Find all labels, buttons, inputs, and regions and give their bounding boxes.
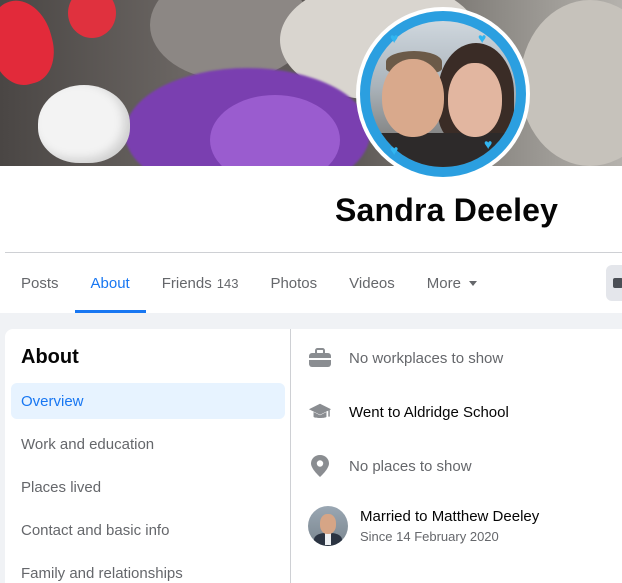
tab-label: Friends: [161, 274, 212, 292]
overview-work-text: No workplaces to show: [349, 349, 504, 367]
red-heart-decoration: [68, 0, 116, 38]
nav-label: Contact and basic info: [21, 521, 170, 539]
profile-picture[interactable]: ♥ ♥ ♥ ♥: [356, 7, 530, 181]
about-nav-work-education[interactable]: Work and education: [11, 426, 285, 462]
nav-label: Family and relationships: [21, 564, 183, 582]
avatar-shape: [325, 533, 331, 545]
location-pin-icon: [308, 454, 332, 478]
tab-label: Photos: [270, 274, 318, 292]
tab-more[interactable]: More: [411, 253, 493, 313]
avatar[interactable]: [308, 506, 348, 546]
relationship-status[interactable]: Married to Matthew Deeley: [360, 508, 539, 525]
overview-relationship-row: Married to Matthew Deeley Since 14 Febru…: [308, 506, 539, 546]
about-nav-overview[interactable]: Overview: [11, 383, 285, 419]
overview-places-text: No places to show: [349, 457, 472, 475]
tab-label: More: [426, 274, 461, 292]
heart-frame-icon: ♥: [390, 30, 399, 46]
heart-frame-icon: ♥: [390, 142, 399, 158]
profile-header: Sandra Deeley Posts About Friends 143 Pho…: [0, 166, 622, 313]
relationship-text: Married to Matthew Deeley Since 14 Febru…: [360, 506, 539, 546]
cover-shape: [520, 0, 622, 166]
tab-about[interactable]: About: [74, 253, 146, 313]
about-sidebar: About Overview Work and education Places…: [5, 329, 291, 583]
tab-label: Posts: [21, 274, 59, 292]
overview-education-text[interactable]: Went to Aldridge School: [349, 404, 509, 421]
photo-shape: [448, 63, 502, 137]
overview-places-row: No places to show: [308, 454, 472, 478]
action-icon: [613, 278, 622, 288]
about-nav-family-relationships[interactable]: Family and relationships: [11, 555, 285, 583]
heart-frame-icon: ♥: [484, 136, 493, 152]
tab-bar-action-button[interactable]: [606, 265, 622, 301]
about-card: About Overview Work and education Places…: [5, 329, 622, 583]
about-title: About: [21, 346, 79, 368]
overview-work-row: No workplaces to show: [308, 346, 503, 370]
tab-friends[interactable]: Friends 143: [146, 253, 255, 313]
nav-label: Work and education: [21, 435, 155, 453]
relationship-since: Since 14 February 2020: [360, 529, 499, 544]
tab-photos[interactable]: Photos: [254, 253, 333, 313]
red-heart-decoration: [0, 0, 62, 92]
heart-frame-icon: ♥: [478, 30, 487, 46]
friends-count: 143: [216, 275, 239, 291]
photo-shape: [382, 59, 444, 137]
overview-education-row: Went to Aldridge School: [308, 400, 509, 424]
nav-label: Places lived: [21, 478, 102, 496]
about-nav-contact-info[interactable]: Contact and basic info: [11, 512, 285, 548]
profile-picture-frame: ♥ ♥ ♥ ♥: [360, 11, 526, 177]
graduation-cap-icon: [308, 400, 332, 424]
tab-posts[interactable]: Posts: [5, 253, 75, 313]
nav-label: Overview: [21, 392, 84, 410]
briefcase-icon: [308, 346, 332, 370]
profile-name: Sandra Deeley: [335, 192, 559, 228]
avatar-shape: [320, 514, 336, 534]
about-overview: No workplaces to show Went to Aldridge S…: [292, 329, 622, 583]
caret-down-icon: [468, 280, 477, 286]
white-heart-decoration: [38, 85, 130, 163]
tab-videos[interactable]: Videos: [333, 253, 411, 313]
tab-label: Videos: [349, 274, 395, 292]
about-nav-places-lived[interactable]: Places lived: [11, 469, 285, 505]
tab-label: About: [90, 274, 130, 292]
profile-tabs: Posts About Friends 143 Photos Videos Mor…: [5, 253, 493, 313]
